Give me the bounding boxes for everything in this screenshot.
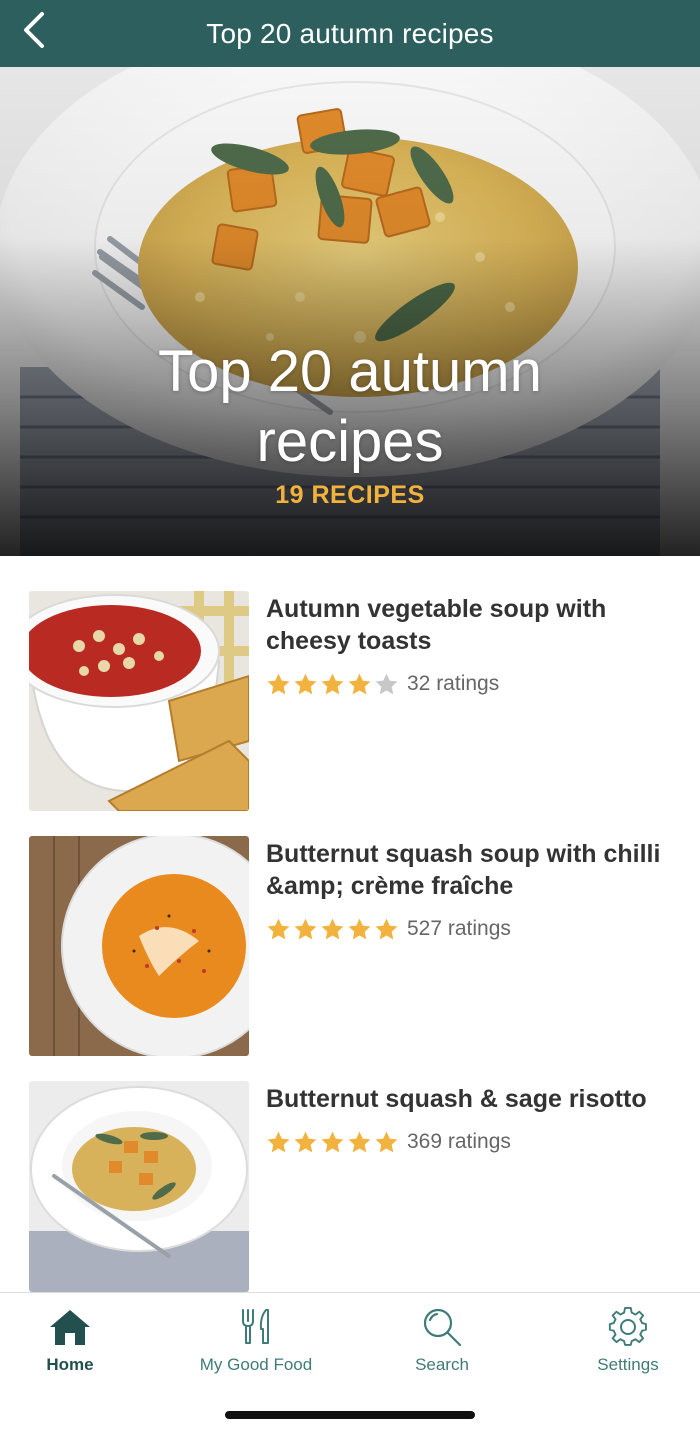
tab-home[interactable]: Home	[0, 1305, 140, 1375]
page-title: Top 20 autumn recipes	[206, 17, 494, 49]
star-filled-icon	[294, 918, 317, 939]
top-nav-bar: Top 20 autumn recipes	[0, 0, 700, 67]
tab-settings[interactable]: Settings	[558, 1305, 698, 1375]
tab-my-good-food[interactable]: My Good Food	[186, 1305, 326, 1375]
star-filled-icon	[267, 673, 290, 694]
star-filled-icon	[267, 918, 290, 939]
home-indicator	[225, 1411, 475, 1419]
star-rating	[266, 917, 399, 942]
recipe-card[interactable]: Butternut squash & sage risotto 369 rati…	[0, 1081, 700, 1292]
star-filled-icon	[321, 673, 344, 694]
recipe-rating: 32 ratings	[266, 669, 499, 699]
star-filled-icon	[375, 1131, 398, 1152]
star-rating	[266, 672, 399, 697]
star-filled-icon	[321, 918, 344, 939]
cutlery-icon	[242, 1309, 269, 1344]
ratings-count: 527 ratings	[407, 917, 511, 940]
home-icon	[50, 1310, 90, 1345]
recipe-rating: 527 ratings	[266, 914, 511, 944]
recipe-title: Butternut squash & sage risotto	[266, 1085, 647, 1113]
recipe-thumbnail-vegetable-soup	[29, 591, 249, 811]
star-filled-icon	[294, 1131, 317, 1152]
tab-label: Settings	[597, 1355, 659, 1374]
star-filled-icon	[348, 673, 371, 694]
star-filled-icon	[348, 1131, 371, 1152]
star-filled-icon	[294, 673, 317, 694]
recipe-title: Autumn vegetable soup with cheesy toasts	[266, 595, 607, 655]
tab-search[interactable]: Search	[372, 1305, 512, 1375]
tab-label: My Good Food	[199, 1355, 313, 1374]
recipe-thumbnail-risotto	[29, 1081, 249, 1292]
star-rating	[266, 1130, 399, 1155]
recipe-card[interactable]: Autumn vegetable soup with cheesy toasts…	[0, 591, 700, 811]
star-filled-icon	[321, 1131, 344, 1152]
search-icon	[423, 1308, 462, 1347]
hero-title: Top 20 autumn recipes	[158, 339, 542, 474]
recipe-title: Butternut squash soup with chilli &amp; …	[266, 840, 661, 900]
recipe-rating: 369 ratings	[266, 1127, 511, 1157]
recipe-thumbnail-squash-soup	[29, 836, 249, 1056]
ratings-count: 369 ratings	[407, 1130, 511, 1153]
ratings-count: 32 ratings	[407, 672, 500, 695]
recipe-card[interactable]: Butternut squash soup with chilli &amp; …	[0, 836, 700, 1056]
star-empty-icon	[375, 673, 398, 694]
chevron-left-icon	[24, 12, 44, 48]
recipe-count: 19 RECIPES	[275, 481, 425, 509]
tab-label: Home	[46, 1355, 94, 1374]
hero-banner: Top 20 autumn recipes 19 RECIPES	[0, 67, 700, 556]
tab-label: Search	[415, 1355, 469, 1374]
back-button[interactable]	[14, 10, 54, 50]
star-filled-icon	[267, 1131, 290, 1152]
star-filled-icon	[348, 918, 371, 939]
bottom-tab-bar: Home My Good Food Search Settings	[0, 1292, 700, 1433]
gear-icon	[608, 1306, 647, 1346]
star-filled-icon	[375, 918, 398, 939]
